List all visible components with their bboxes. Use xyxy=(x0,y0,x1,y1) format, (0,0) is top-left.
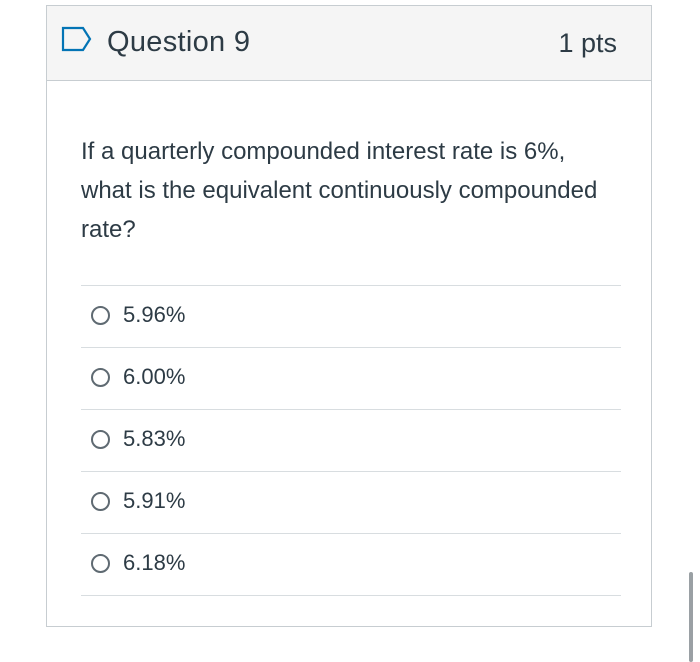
scrollbar[interactable] xyxy=(689,572,693,662)
question-title: Question 9 xyxy=(107,26,251,58)
question-header: Question 9 1 pts xyxy=(47,6,651,81)
flag-question-icon[interactable] xyxy=(61,26,93,52)
answer-label[interactable]: 5.91% xyxy=(123,486,185,516)
radio-button[interactable] xyxy=(91,368,110,387)
answer-option[interactable]: 5.91% xyxy=(81,472,621,534)
answer-label[interactable]: 6.00% xyxy=(123,362,185,392)
question-text: If a quarterly compounded interest rate … xyxy=(81,138,598,243)
radio-button[interactable] xyxy=(91,492,110,511)
answer-option[interactable]: 6.18% xyxy=(81,534,621,596)
answer-option[interactable]: 6.00% xyxy=(81,348,621,410)
question-points: 1 pts xyxy=(558,28,617,58)
radio-button[interactable] xyxy=(91,306,110,325)
radio-button[interactable] xyxy=(91,430,110,449)
answer-list: 5.96% 6.00% 5.83% 5.91% 6.18% xyxy=(81,285,621,596)
answer-label[interactable]: 5.83% xyxy=(123,424,185,454)
answer-option[interactable]: 5.83% xyxy=(81,410,621,472)
answer-label[interactable]: 5.96% xyxy=(123,300,185,330)
answer-label[interactable]: 6.18% xyxy=(123,548,185,578)
radio-button[interactable] xyxy=(91,554,110,573)
question-card: Question 9 1 pts If a quarterly compound… xyxy=(46,5,652,627)
answer-option[interactable]: 5.96% xyxy=(81,286,621,348)
